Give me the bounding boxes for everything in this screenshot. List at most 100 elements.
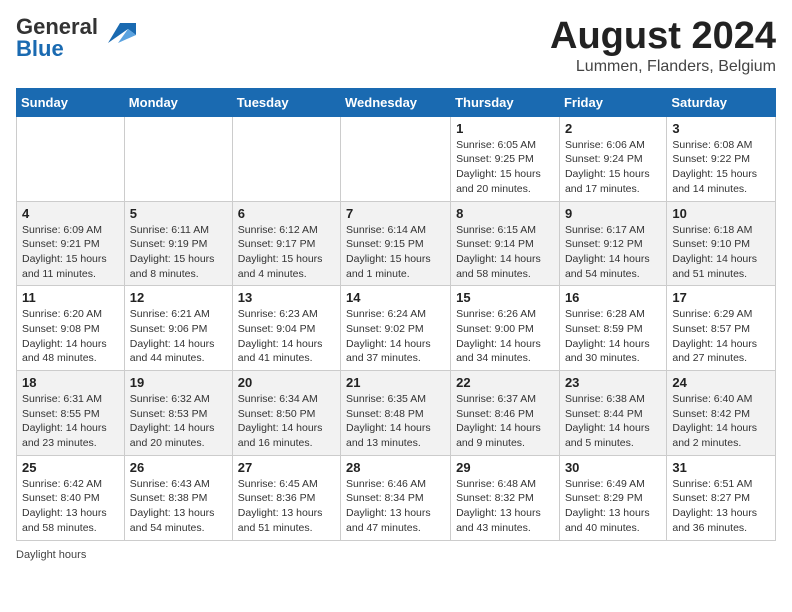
day-number: 13 xyxy=(238,290,335,305)
day-number: 15 xyxy=(456,290,554,305)
calendar-cell: 6 Sunrise: 6:12 AM Sunset: 9:17 PM Daylig… xyxy=(232,201,340,286)
day-info: Sunrise: 6:18 AM Sunset: 9:10 PM Dayligh… xyxy=(672,223,770,282)
calendar-cell xyxy=(341,116,451,201)
day-info: Sunrise: 6:43 AM Sunset: 8:38 PM Dayligh… xyxy=(130,477,227,536)
day-info: Sunrise: 6:32 AM Sunset: 8:53 PM Dayligh… xyxy=(130,392,227,451)
day-number: 25 xyxy=(22,460,119,475)
day-number: 9 xyxy=(565,206,661,221)
logo-blue: Blue xyxy=(16,36,64,61)
day-info: Sunrise: 6:21 AM Sunset: 9:06 PM Dayligh… xyxy=(130,307,227,366)
calendar-cell: 23 Sunrise: 6:38 AM Sunset: 8:44 PM Dayli… xyxy=(559,371,666,456)
day-number: 23 xyxy=(565,375,661,390)
day-number: 12 xyxy=(130,290,227,305)
day-info: Sunrise: 6:42 AM Sunset: 8:40 PM Dayligh… xyxy=(22,477,119,536)
day-number: 6 xyxy=(238,206,335,221)
calendar-cell: 28 Sunrise: 6:46 AM Sunset: 8:34 PM Dayli… xyxy=(341,455,451,540)
day-info: Sunrise: 6:11 AM Sunset: 9:19 PM Dayligh… xyxy=(130,223,227,282)
day-of-week-header: Saturday xyxy=(667,88,776,116)
calendar-cell: 11 Sunrise: 6:20 AM Sunset: 9:08 PM Dayli… xyxy=(17,286,125,371)
day-info: Sunrise: 6:34 AM Sunset: 8:50 PM Dayligh… xyxy=(238,392,335,451)
day-info: Sunrise: 6:17 AM Sunset: 9:12 PM Dayligh… xyxy=(565,223,661,282)
calendar-cell: 13 Sunrise: 6:23 AM Sunset: 9:04 PM Dayli… xyxy=(232,286,340,371)
day-info: Sunrise: 6:31 AM Sunset: 8:55 PM Dayligh… xyxy=(22,392,119,451)
calendar-cell: 18 Sunrise: 6:31 AM Sunset: 8:55 PM Dayli… xyxy=(17,371,125,456)
day-info: Sunrise: 6:08 AM Sunset: 9:22 PM Dayligh… xyxy=(672,138,770,197)
day-info: Sunrise: 6:26 AM Sunset: 9:00 PM Dayligh… xyxy=(456,307,554,366)
day-number: 28 xyxy=(346,460,445,475)
day-info: Sunrise: 6:40 AM Sunset: 8:42 PM Dayligh… xyxy=(672,392,770,451)
calendar-cell: 19 Sunrise: 6:32 AM Sunset: 8:53 PM Dayli… xyxy=(124,371,232,456)
day-number: 29 xyxy=(456,460,554,475)
calendar-cell: 20Sunrise: 6:34 AM Sunset: 8:50 PM Dayli… xyxy=(232,371,340,456)
calendar-week-row: 11 Sunrise: 6:20 AM Sunset: 9:08 PM Dayli… xyxy=(17,286,776,371)
day-number: 31 xyxy=(672,460,770,475)
day-info: Sunrise: 6:20 AM Sunset: 9:08 PM Dayligh… xyxy=(22,307,119,366)
day-number: 11 xyxy=(22,290,119,305)
day-of-week-header: Thursday xyxy=(451,88,560,116)
day-number: 17 xyxy=(672,290,770,305)
day-info: Sunrise: 6:28 AM Sunset: 8:59 PM Dayligh… xyxy=(565,307,661,366)
calendar-cell: 8 Sunrise: 6:15 AM Sunset: 9:14 PM Daylig… xyxy=(451,201,560,286)
calendar-cell: 5Sunrise: 6:11 AM Sunset: 9:19 PM Daylig… xyxy=(124,201,232,286)
day-info: Sunrise: 6:46 AM Sunset: 8:34 PM Dayligh… xyxy=(346,477,445,536)
calendar-cell: 2 Sunrise: 6:06 AM Sunset: 9:24 PM Daylig… xyxy=(559,116,666,201)
calendar-cell: 25 Sunrise: 6:42 AM Sunset: 8:40 PM Dayli… xyxy=(17,455,125,540)
day-number: 30 xyxy=(565,460,661,475)
location: Lummen, Flanders, Belgium xyxy=(550,58,776,76)
logo: General Blue xyxy=(16,16,136,60)
day-number: 1 xyxy=(456,121,554,136)
header: General Blue August 2024 Lummen, Flander… xyxy=(16,16,776,76)
day-info: Sunrise: 6:38 AM Sunset: 8:44 PM Dayligh… xyxy=(565,392,661,451)
calendar-cell: 17Sunrise: 6:29 AM Sunset: 8:57 PM Dayli… xyxy=(667,286,776,371)
day-of-week-header: Friday xyxy=(559,88,666,116)
logo-icon xyxy=(100,15,136,51)
day-info: Sunrise: 6:14 AM Sunset: 9:15 PM Dayligh… xyxy=(346,223,445,282)
day-info: Sunrise: 6:24 AM Sunset: 9:02 PM Dayligh… xyxy=(346,307,445,366)
calendar-header: SundayMondayTuesdayWednesdayThursdayFrid… xyxy=(17,88,776,116)
day-number: 2 xyxy=(565,121,661,136)
calendar-cell: 26 Sunrise: 6:43 AM Sunset: 8:38 PM Dayli… xyxy=(124,455,232,540)
day-info: Sunrise: 6:06 AM Sunset: 9:24 PM Dayligh… xyxy=(565,138,661,197)
day-number: 3 xyxy=(672,121,770,136)
day-info: Sunrise: 6:48 AM Sunset: 8:32 PM Dayligh… xyxy=(456,477,554,536)
calendar-cell: 24 Sunrise: 6:40 AM Sunset: 8:42 PM Dayli… xyxy=(667,371,776,456)
calendar-cell: 9 Sunrise: 6:17 AM Sunset: 9:12 PM Daylig… xyxy=(559,201,666,286)
day-of-week-header: Wednesday xyxy=(341,88,451,116)
calendar-week-row: 25 Sunrise: 6:42 AM Sunset: 8:40 PM Dayli… xyxy=(17,455,776,540)
calendar-cell: 1 Sunrise: 6:05 AM Sunset: 9:25 PM Daylig… xyxy=(451,116,560,201)
calendar-cell: 29 Sunrise: 6:48 AM Sunset: 8:32 PM Dayli… xyxy=(451,455,560,540)
day-number: 8 xyxy=(456,206,554,221)
day-of-week-header: Tuesday xyxy=(232,88,340,116)
day-info: Sunrise: 6:45 AM Sunset: 8:36 PM Dayligh… xyxy=(238,477,335,536)
calendar-cell: 16 Sunrise: 6:28 AM Sunset: 8:59 PM Dayli… xyxy=(559,286,666,371)
day-info: Sunrise: 6:37 AM Sunset: 8:46 PM Dayligh… xyxy=(456,392,554,451)
day-number: 16 xyxy=(565,290,661,305)
day-of-week-header: Monday xyxy=(124,88,232,116)
day-info: Sunrise: 6:15 AM Sunset: 9:14 PM Dayligh… xyxy=(456,223,554,282)
day-of-week-header: Sunday xyxy=(17,88,125,116)
calendar-cell: 27Sunrise: 6:45 AM Sunset: 8:36 PM Dayli… xyxy=(232,455,340,540)
day-info: Sunrise: 6:12 AM Sunset: 9:17 PM Dayligh… xyxy=(238,223,335,282)
day-number: 18 xyxy=(22,375,119,390)
day-info: Sunrise: 6:49 AM Sunset: 8:29 PM Dayligh… xyxy=(565,477,661,536)
day-number: 19 xyxy=(130,375,227,390)
day-info: Sunrise: 6:05 AM Sunset: 9:25 PM Dayligh… xyxy=(456,138,554,197)
calendar-cell: 14 Sunrise: 6:24 AM Sunset: 9:02 PM Dayli… xyxy=(341,286,451,371)
title-area: August 2024 Lummen, Flanders, Belgium xyxy=(550,16,776,76)
daylight-label: Daylight hours xyxy=(16,549,86,561)
calendar-cell: 3 Sunrise: 6:08 AM Sunset: 9:22 PM Daylig… xyxy=(667,116,776,201)
calendar-cell: 10 Sunrise: 6:18 AM Sunset: 9:10 PM Dayli… xyxy=(667,201,776,286)
day-number: 14 xyxy=(346,290,445,305)
calendar-cell: 21Sunrise: 6:35 AM Sunset: 8:48 PM Dayli… xyxy=(341,371,451,456)
day-number: 24 xyxy=(672,375,770,390)
day-number: 22 xyxy=(456,375,554,390)
calendar-cell: 22 Sunrise: 6:37 AM Sunset: 8:46 PM Dayli… xyxy=(451,371,560,456)
footer-note: Daylight hours xyxy=(16,549,776,561)
calendar-cell: 30 Sunrise: 6:49 AM Sunset: 8:29 PM Dayli… xyxy=(559,455,666,540)
day-info: Sunrise: 6:23 AM Sunset: 9:04 PM Dayligh… xyxy=(238,307,335,366)
calendar-cell xyxy=(17,116,125,201)
day-number: 21 xyxy=(346,375,445,390)
calendar-cell xyxy=(232,116,340,201)
day-number: 10 xyxy=(672,206,770,221)
day-number: 26 xyxy=(130,460,227,475)
